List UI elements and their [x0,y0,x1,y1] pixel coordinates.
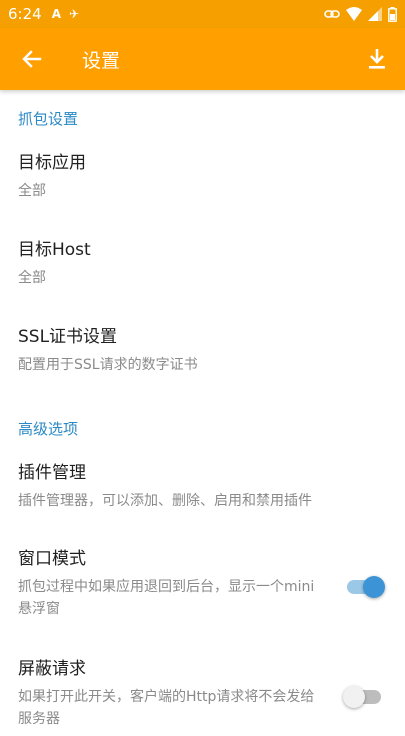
notification-a-icon: A [51,7,61,21]
pref-ssl-cert[interactable]: SSL证书设置 配置用于SSL请求的数字证书 [0,320,405,400]
page-title: 设置 [82,49,121,72]
window-mode-switch[interactable] [345,574,385,598]
settings-list: 抓包设置 目标应用 全部 目标Host 全部 SSL证书设置 配置用于SSL请求… [0,90,405,736]
download-button[interactable] [349,28,405,90]
pref-window-mode[interactable]: 窗口模式 抓包过程中如果应用退回到后台，显示一个mini悬浮窗 [0,546,405,656]
pref-summary: 插件管理器，可以添加、删除、启用和禁用插件 [18,493,312,509]
pref-title: 屏蔽请求 [18,659,86,679]
section-header-capture: 抓包设置 [18,109,79,128]
pref-summary: 抓包过程中如果应用退回到后台，显示一个mini悬浮窗 [18,579,315,617]
pref-target-app[interactable]: 目标应用 全部 [0,146,405,233]
status-bar: 6:24 A ✈ [0,0,405,28]
pref-block-requests[interactable]: 屏蔽请求 如果打开此开关，客户端的Http请求将不会发给服务器 [0,656,405,736]
pref-title: 插件管理 [18,463,86,483]
notification-plane-icon: ✈ [68,7,80,21]
pref-title: 目标Host [18,240,91,260]
link-icon [324,10,340,18]
pref-title: 窗口模式 [18,549,86,569]
back-button[interactable] [0,28,64,90]
switch-thumb [363,576,385,598]
pref-summary: 全部 [18,183,46,199]
switch-thumb [343,686,365,708]
pref-target-host[interactable]: 目标Host 全部 [0,233,405,320]
download-icon [369,49,385,69]
signal-icon [368,7,382,21]
arrow-left-icon [22,50,42,68]
status-time: 6:24 [8,5,42,23]
pref-summary: 如果打开此开关，客户端的Http请求将不会发给服务器 [18,689,315,727]
status-right-icons [324,6,397,22]
pref-plugin-manager[interactable]: 插件管理 插件管理器，可以添加、删除、启用和禁用插件 [0,456,405,546]
pref-title: SSL证书设置 [18,327,118,347]
app-bar: 设置 [0,28,405,90]
pref-title: 目标应用 [18,153,86,173]
pref-summary: 配置用于SSL请求的数字证书 [18,357,198,373]
battery-icon [388,6,397,22]
pref-summary: 全部 [18,270,46,286]
wifi-icon [346,7,362,21]
block-requests-switch[interactable] [343,684,383,708]
section-header-advanced: 高级选项 [18,419,79,438]
